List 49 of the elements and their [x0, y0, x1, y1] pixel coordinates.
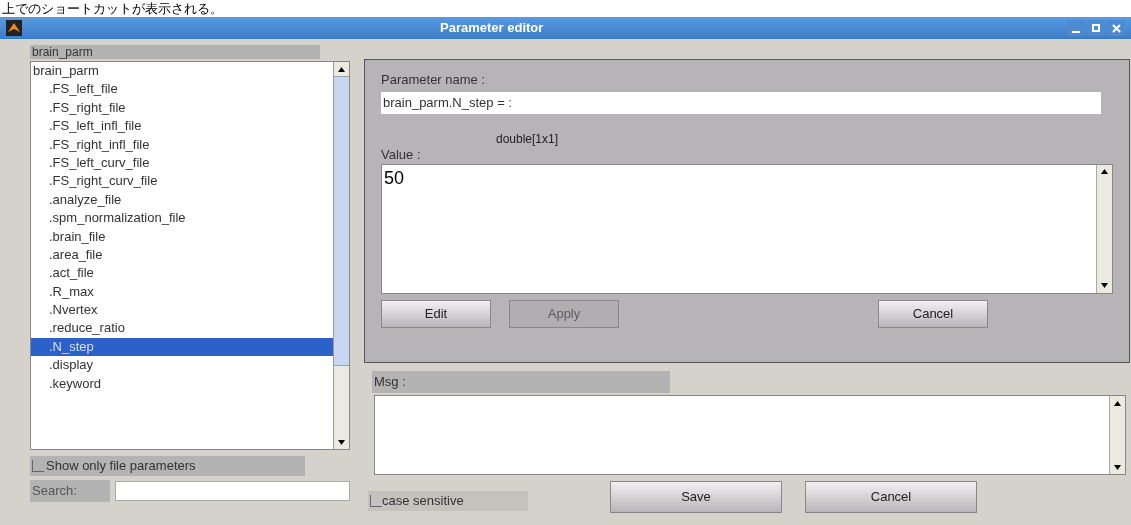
close-button[interactable] [1107, 20, 1125, 36]
caption-text: 上でのショートカットが表示される。 [2, 0, 223, 17]
app-icon [6, 20, 22, 36]
tree-item[interactable]: .brain_file [31, 227, 333, 246]
tree-item[interactable]: .area_file [31, 245, 333, 265]
window-title: Parameter editor [440, 19, 544, 38]
parameter-name-field[interactable]: brain_parm.N_step = : [381, 91, 1101, 114]
tree-item[interactable]: .analyze_file [31, 190, 333, 210]
tree-item[interactable]: .FS_right_infl_file [31, 135, 333, 154]
tree-item[interactable]: .N_step [31, 337, 333, 357]
tree-item[interactable]: .FS_left_file [31, 80, 333, 99]
maximize-icon [1092, 24, 1100, 32]
scrollbar[interactable] [333, 62, 349, 449]
minimize-icon [1072, 31, 1080, 33]
show-only-file-parameters-checkbox[interactable]: Show only file parameters [30, 456, 305, 476]
parameter-name-label: Parameter name : [381, 71, 487, 89]
message-field[interactable] [374, 395, 1126, 475]
dialog-button[interactable]: Cancel [805, 481, 977, 513]
scrollbar[interactable] [1096, 164, 1112, 293]
value-label: Value : [381, 147, 422, 162]
close-icon [1111, 23, 1121, 33]
case-sensitive-checkbox[interactable]: case sensitive [368, 491, 528, 511]
tree-item[interactable]: .reduce_ratio [31, 319, 333, 338]
tree-item[interactable]: .act_file [31, 264, 333, 283]
tree-item[interactable]: .R_max [31, 282, 333, 302]
tree-item[interactable]: .spm_normalization_file [31, 209, 333, 228]
checkbox[interactable] [370, 495, 382, 507]
checkbox[interactable] [32, 460, 44, 472]
type-label: double[1x1] [496, 130, 560, 148]
tree-header: brain_parm [30, 45, 320, 59]
tree-item[interactable]: .FS_right_file [31, 98, 333, 118]
search-label: Search: [30, 480, 110, 502]
tree-item[interactable]: .display [31, 356, 333, 375]
dialog-button[interactable]: Cancel [878, 299, 988, 328]
minimize-button[interactable] [1067, 20, 1085, 36]
search-field[interactable] [115, 481, 350, 501]
value-field[interactable]: 50 [381, 163, 1113, 294]
tree-item[interactable]: .FS_left_infl_file [31, 117, 333, 136]
dialog-button[interactable]: Save [610, 481, 782, 513]
tree-item[interactable]: .Nvertex [31, 301, 333, 320]
tree-item[interactable]: .FS_right_curv_file [31, 172, 333, 191]
tree-item[interactable]: brain_parm [31, 62, 333, 81]
dialog-button[interactable]: Edit [381, 299, 491, 328]
msg-label: Msg : [372, 371, 670, 393]
scrollbar[interactable] [1109, 396, 1125, 474]
scrollbar-thumb[interactable] [334, 76, 349, 366]
tree-item[interactable]: .keyword [31, 374, 333, 394]
maximize-button[interactable] [1087, 20, 1105, 36]
tree-item[interactable]: .FS_left_curv_file [31, 153, 333, 173]
